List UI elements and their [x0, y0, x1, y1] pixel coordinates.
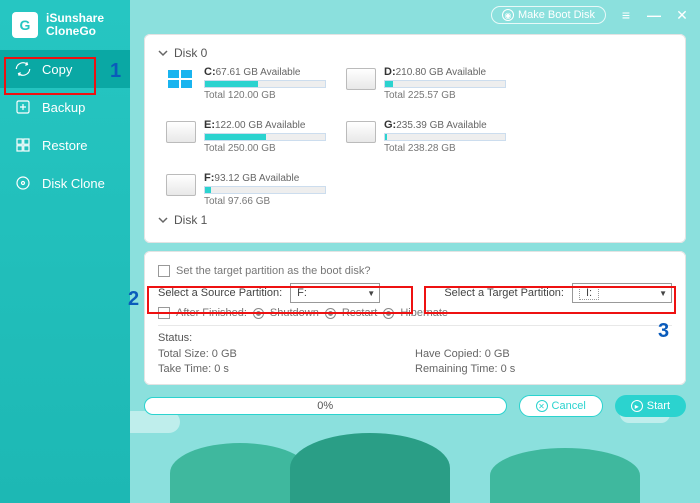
boot-checkbox[interactable]	[158, 265, 170, 277]
annotation-2: 2	[128, 288, 139, 311]
make-boot-label: Make Boot Disk	[518, 9, 595, 21]
sidebar-item-label: Disk Clone	[42, 176, 105, 191]
drive-available: 210.80 GB Available	[396, 67, 486, 78]
target-label: Select a Target Partition:	[444, 287, 564, 299]
drive-letter: G:	[384, 119, 396, 131]
app-logo: G iSunshare CloneGo	[0, 8, 130, 50]
close-button[interactable]: ✕	[674, 7, 690, 24]
disc-icon: ◉	[502, 9, 514, 21]
start-label: Start	[647, 400, 670, 412]
drive-available: 235.39 GB Available	[396, 120, 486, 131]
disk-icon	[14, 174, 32, 192]
shutdown-radio[interactable]	[253, 308, 264, 319]
partition-item[interactable]: G:235.39 GB Available Total 238.28 GB	[346, 119, 506, 154]
annotation-1: 1	[110, 60, 121, 83]
cancel-label: Cancel	[552, 400, 586, 412]
disk0-label: Disk 0	[174, 46, 207, 60]
drive-available: 122.00 GB Available	[215, 120, 305, 131]
drive-total: Total 238.28 GB	[384, 143, 506, 154]
partition-item[interactable]: F:93.12 GB Available Total 97.66 GB	[166, 172, 326, 207]
logo-icon: G	[12, 12, 38, 38]
source-value: F:	[297, 287, 307, 299]
play-icon: ▸	[631, 400, 643, 412]
refresh-icon	[14, 60, 32, 78]
status-take-time: Take Time: 0 s	[158, 363, 415, 375]
boot-label: Set the target partition as the boot dis…	[176, 265, 370, 277]
disk0-header[interactable]: Disk 0	[158, 46, 672, 60]
drive-available: 93.12 GB Available	[214, 173, 299, 184]
drive-letter: F:	[204, 172, 214, 184]
restart-radio[interactable]	[325, 308, 336, 319]
source-label: Select a Source Partition:	[158, 287, 282, 299]
restart-label: Restart	[342, 307, 377, 319]
sidebar-item-restore[interactable]: Restore	[0, 126, 130, 164]
usage-bar	[384, 133, 506, 141]
drive-icon	[166, 174, 196, 196]
drive-letter: E:	[204, 119, 215, 131]
source-partition-dropdown[interactable]: F: ▼	[290, 283, 380, 303]
start-button[interactable]: ▸ Start	[615, 395, 686, 417]
usage-bar	[384, 80, 506, 88]
partition-item[interactable]: C:67.61 GB Available Total 120.00 GB	[166, 66, 326, 101]
partition-item[interactable]: E:122.00 GB Available Total 250.00 GB	[166, 119, 326, 154]
status-remaining: Remaining Time: 0 s	[415, 363, 672, 375]
target-value: I:	[579, 286, 599, 300]
drive-icon	[166, 121, 196, 143]
status-total-size: Total Size: 0 GB	[158, 348, 415, 360]
disks-panel: Disk 0 C:67.61 GB Available Total 120.00 …	[144, 34, 686, 243]
chevron-down-icon	[158, 215, 168, 225]
menu-button[interactable]: ≡	[618, 7, 634, 23]
minimize-button[interactable]: —	[646, 7, 662, 23]
status-have-copied: Have Copied: 0 GB	[415, 348, 672, 360]
hibernate-radio[interactable]	[383, 308, 394, 319]
progress-text: 0%	[317, 400, 333, 412]
sidebar-item-disk-clone[interactable]: Disk Clone	[0, 164, 130, 202]
app-name-2: CloneGo	[46, 25, 104, 38]
cancel-icon: ✕	[536, 400, 548, 412]
drive-icon	[346, 68, 376, 90]
drive-letter: C:	[204, 66, 216, 78]
progress-bar: 0%	[144, 397, 507, 415]
grid-icon	[14, 136, 32, 154]
drive-letter: D:	[384, 66, 396, 78]
drive-total: Total 97.66 GB	[204, 196, 326, 207]
shutdown-label: Shutdown	[270, 307, 319, 319]
make-boot-disk-button[interactable]: ◉ Make Boot Disk	[491, 6, 606, 24]
usage-bar	[204, 80, 326, 88]
chevron-down-icon	[158, 48, 168, 58]
hibernate-label: Hibernate	[400, 307, 448, 319]
after-finished-label: After Finished:	[176, 307, 247, 319]
usage-bar	[204, 133, 326, 141]
sidebar-item-label: Backup	[42, 100, 85, 115]
drive-icon	[346, 121, 376, 143]
after-finished-checkbox[interactable]	[158, 307, 170, 319]
annotation-3: 3	[658, 320, 669, 343]
drive-total: Total 225.57 GB	[384, 90, 506, 101]
disk1-label: Disk 1	[174, 213, 207, 227]
target-partition-dropdown[interactable]: I: ▼	[572, 283, 672, 303]
sidebar-item-label: Copy	[42, 62, 72, 77]
usage-bar	[204, 186, 326, 194]
drive-available: 67.61 GB Available	[216, 67, 301, 78]
dropdown-arrow-icon: ▼	[367, 289, 375, 298]
options-panel: Set the target partition as the boot dis…	[144, 251, 686, 385]
dropdown-arrow-icon: ▼	[659, 289, 667, 298]
sidebar-item-backup[interactable]: Backup	[0, 88, 130, 126]
sidebar-item-label: Restore	[42, 138, 88, 153]
drive-total: Total 120.00 GB	[204, 90, 326, 101]
windows-icon	[166, 68, 196, 90]
drive-total: Total 250.00 GB	[204, 143, 326, 154]
disk1-header[interactable]: Disk 1	[158, 213, 672, 227]
cancel-button[interactable]: ✕ Cancel	[519, 395, 603, 417]
status-heading: Status:	[158, 332, 672, 344]
partition-item[interactable]: D:210.80 GB Available Total 225.57 GB	[346, 66, 506, 101]
plus-box-icon	[14, 98, 32, 116]
